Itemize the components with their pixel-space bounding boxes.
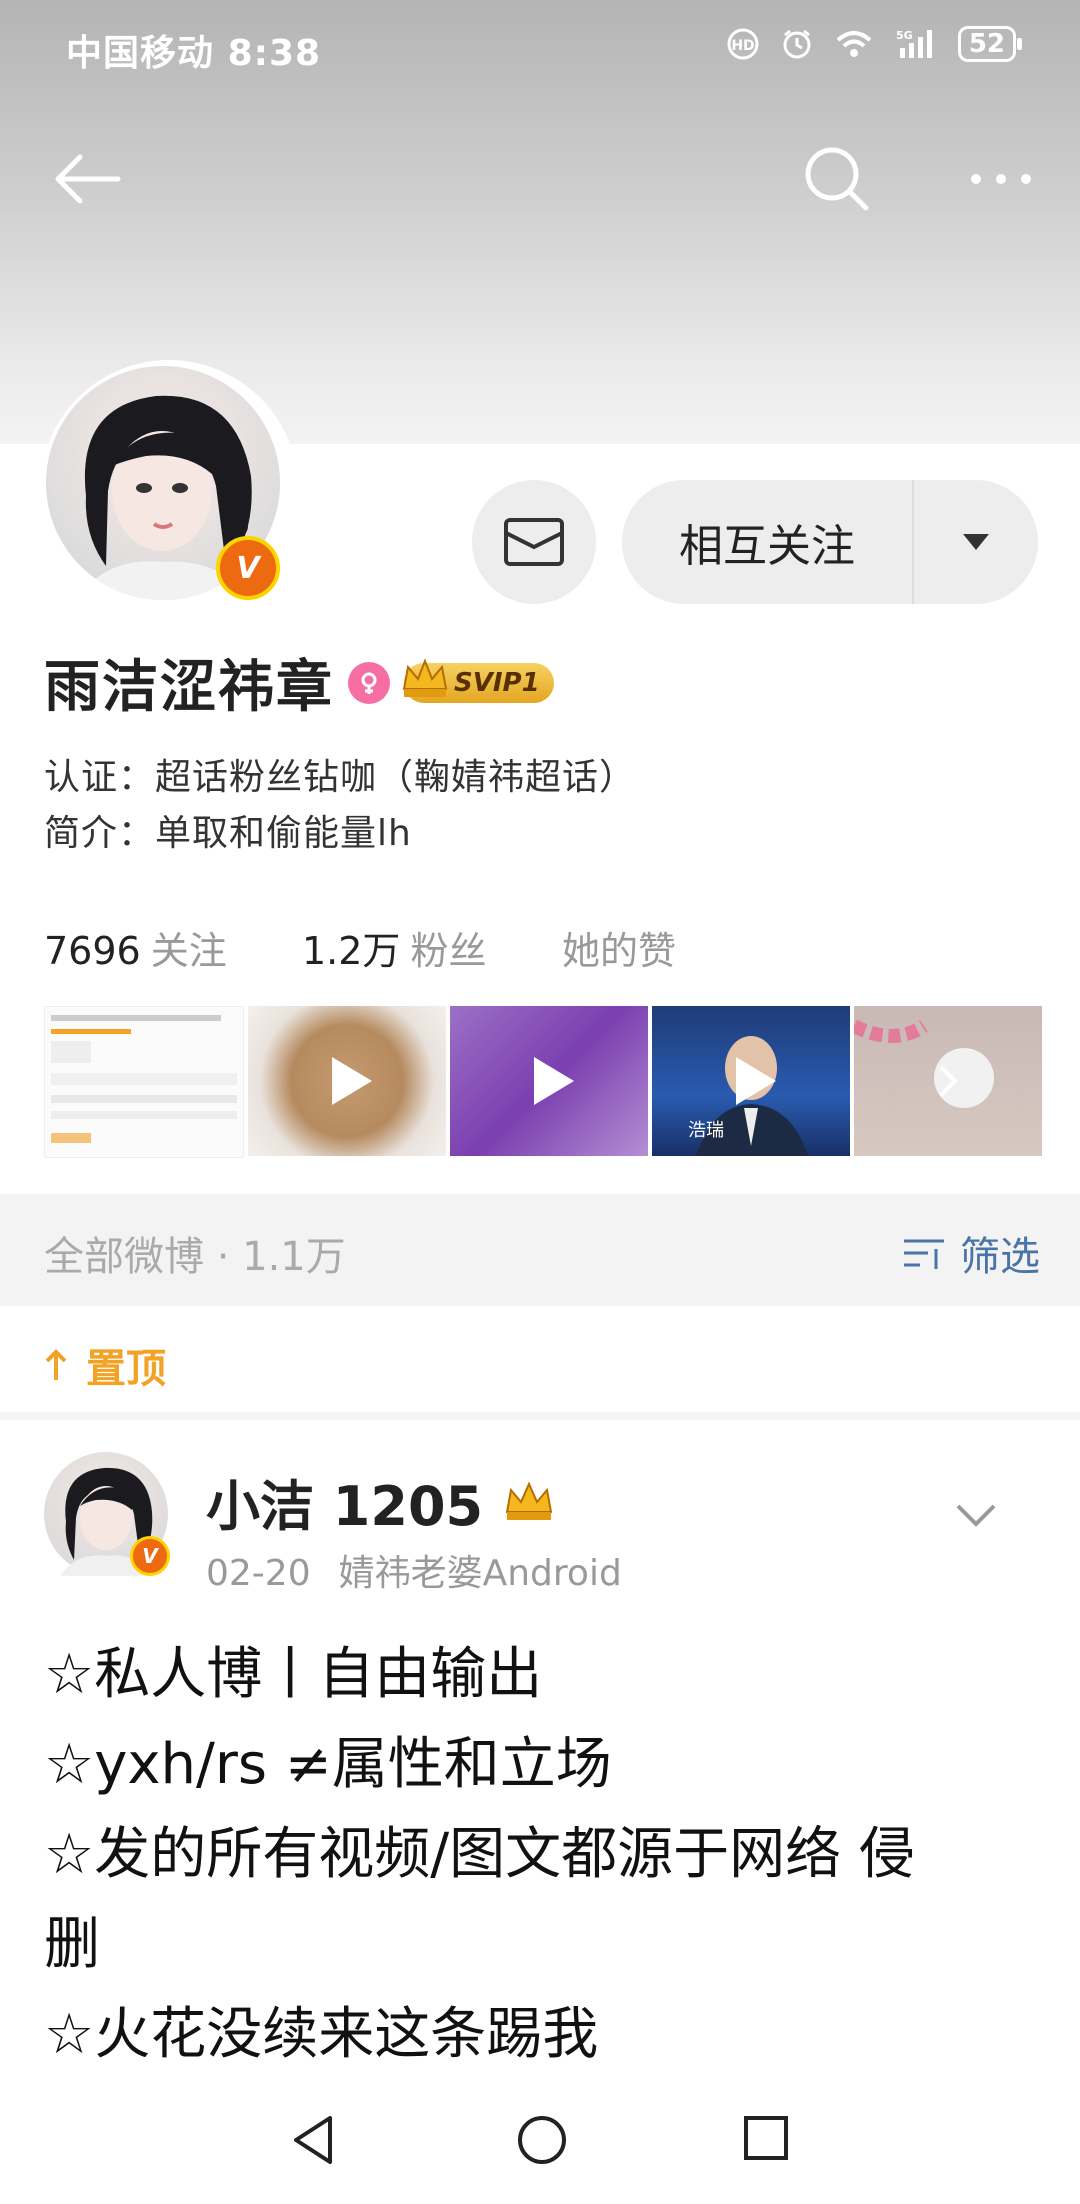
verified-badge-icon: V [130,1536,170,1576]
svg-text:5G: 5G [896,29,913,42]
media-thumb[interactable]: 浩瑞 [652,1006,850,1156]
pinned-text: 置顶 [86,1346,166,1392]
system-navigation-bar [0,2084,1080,2204]
follow-button[interactable]: 相互关注 [622,480,1038,604]
alarm-icon [783,29,811,59]
play-icon [534,1057,574,1105]
media-thumb-more[interactable] [854,1006,1042,1156]
posts-count-title: 全部微博 · 1.1万 [44,1234,346,1280]
post-body: ☆私人博丨自由输出 ☆yxh/rs ≠属性和立场 ☆发的所有视频/图文都源于网络… [44,1630,1044,2080]
arrow-up-icon [45,1349,67,1380]
post-line: ☆私人博丨自由输出 [44,1642,543,1707]
follow-label: 相互关注 [679,521,855,572]
post-meta: 02-20 婧祎老婆Android [206,1544,650,1596]
profile-name: 雨洁涩祎章 [44,655,334,720]
svip-label: SVIP1 [454,667,540,698]
stat-followers[interactable]: 1.2万 粉丝 [302,920,562,975]
post-date: 02-20 [206,1553,311,1594]
chevron-down-icon[interactable] [954,1500,998,1530]
caret-down-icon [963,534,989,550]
more-options-icon[interactable] [964,142,1038,216]
post-avatar[interactable]: V [44,1452,170,1576]
profile-avatar[interactable]: V [40,360,298,618]
filter-button[interactable]: 筛选 [902,1224,1040,1282]
crown-icon [402,657,448,697]
battery-indicator: 52 [957,26,1023,62]
media-thumb[interactable] [450,1006,648,1156]
status-bar: 中国移动 8:38 HD 5G 52 [0,0,1080,92]
search-icon[interactable] [800,142,874,216]
bio-value: 单取和偷能量lh [155,813,412,854]
svip-badge[interactable]: SVIP1 [402,657,554,703]
filter-icon [904,1239,944,1269]
female-gender-icon [348,661,390,704]
envelope-icon [504,518,564,566]
filter-label: 筛选 [960,1234,1040,1280]
verified-badge-icon: V [216,536,280,600]
bio-label: 简介： [44,813,156,854]
verification-line: 认证：超话粉丝钻咖（鞠婧祎超话） [44,748,636,800]
status-icons: HD 5G 52 [726,26,1023,62]
stat-label: 粉丝 [410,929,487,973]
post-line: ☆火花没续来这条踢我 [44,2002,599,2067]
recents-square-icon[interactable] [742,2114,790,2162]
posts-section-header: 全部微博 · 1.1万 筛选 [0,1194,1080,1306]
carrier-time: 中国移动 8:38 [66,24,321,76]
message-button[interactable] [472,480,596,604]
hd-icon: HD [727,28,759,60]
media-thumb[interactable] [44,1006,244,1158]
screenshot-thumbnail [45,1007,243,1157]
play-icon [736,1057,776,1105]
stat-number: 7696 [44,929,141,973]
crown-icon [505,1481,553,1520]
post-line: ☆发的所有视频/图文都源于网络 侵 [44,1822,915,1887]
thumb-caption: 浩瑞 [688,1120,724,1141]
post-source: 婧祎老婆Android [338,1553,622,1594]
profile-stats: 7696 关注 1.2万 粉丝 她的赞 [44,920,676,975]
back-triangle-icon[interactable] [290,2114,334,2166]
svg-text:HD: HD [731,38,754,54]
carrier: 中国移动 [66,33,215,74]
section-divider [0,1412,1080,1420]
post-user-row: 小洁 1205 [206,1462,557,1541]
bio-line: 简介：单取和偷能量lh [44,804,412,856]
stat-label: 她的赞 [562,929,677,973]
media-thumb[interactable] [248,1006,446,1156]
clock: 8:38 [227,33,322,74]
profile-name-row: 雨洁涩祎章 SVIP1 [44,642,554,723]
wifi-icon [836,31,872,57]
chevron-right-icon [939,1065,958,1097]
play-icon [332,1057,372,1105]
home-circle-icon[interactable] [516,2114,568,2166]
post-line: 删 [44,1912,100,1977]
stat-following[interactable]: 7696 关注 [44,920,302,975]
verification-label: 认证： [44,757,156,798]
pinned-label: 置顶 [44,1336,166,1394]
stat-likes[interactable]: 她的赞 [562,920,676,975]
post-line: ☆yxh/rs ≠属性和立场 [44,1732,612,1797]
top-navigation [0,140,1080,220]
stat-number: 1.2万 [302,929,401,973]
follow-dropdown[interactable] [914,532,1038,552]
verification-value: 超话粉丝钻咖（鞠婧祎超话） [155,757,637,798]
media-strip: 浩瑞 [44,1006,1042,1158]
cell-signal-icon: 5G [896,29,932,58]
post-username[interactable]: 小洁 1205 [206,1462,483,1541]
back-arrow-icon[interactable] [50,142,124,216]
stat-label: 关注 [150,929,227,973]
